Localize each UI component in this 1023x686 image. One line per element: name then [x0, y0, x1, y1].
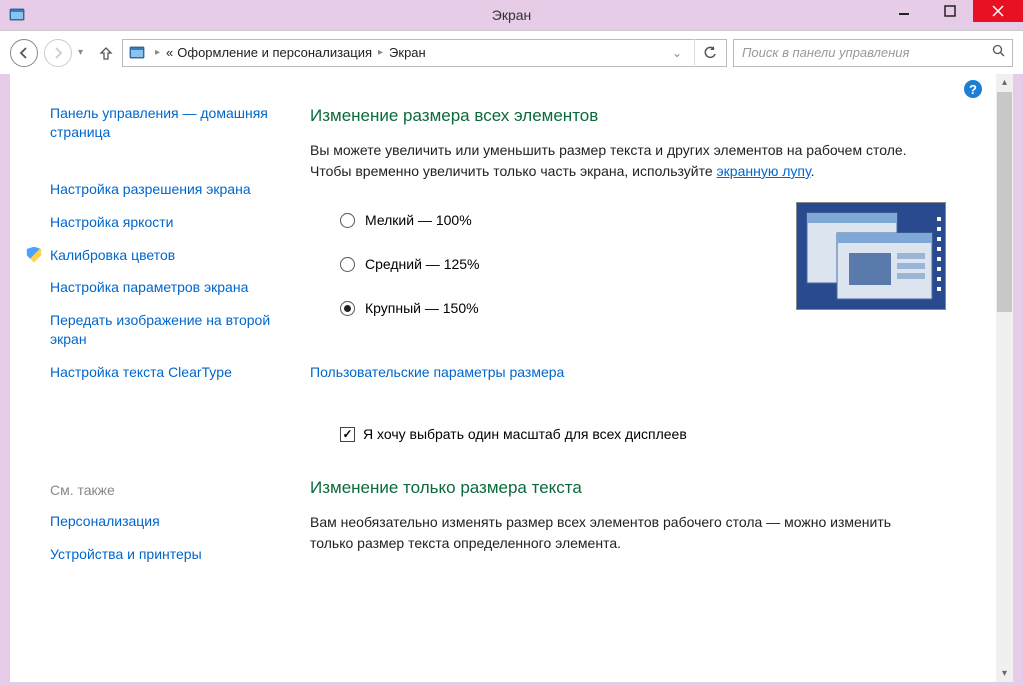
control-panel-icon — [127, 42, 149, 64]
radio-small[interactable]: Мелкий — 100% — [340, 212, 480, 228]
window-title: Экран — [492, 7, 532, 23]
sidebar-item-color-calibration[interactable]: Калибровка цветов — [50, 246, 298, 265]
radio-label: Средний — 125% — [365, 256, 480, 272]
content-area: Панель управления — домашняя страница На… — [10, 74, 1013, 682]
vertical-scrollbar[interactable]: ▴ ▾ — [996, 74, 1013, 682]
breadcrumb-item-appearance[interactable]: Оформление и персонализация — [177, 45, 372, 60]
radio-icon — [340, 257, 355, 272]
checkbox-icon: ✓ — [340, 427, 355, 442]
radio-large[interactable]: Крупный — 150% — [340, 300, 480, 316]
radio-label: Мелкий — 100% — [365, 212, 472, 228]
breadcrumb[interactable]: ▸ « Оформление и персонализация ▸ Экран … — [122, 39, 727, 67]
back-button[interactable] — [10, 39, 38, 67]
description-resize-all: Вы можете увеличить или уменьшить размер… — [310, 140, 920, 182]
forward-button[interactable] — [44, 39, 72, 67]
period: . — [811, 163, 815, 179]
sidebar-home-link[interactable]: Панель управления — домашняя страница — [50, 104, 298, 142]
minimize-button[interactable] — [881, 0, 927, 22]
scroll-down-button[interactable]: ▾ — [996, 665, 1013, 682]
breadcrumb-chevron[interactable]: ▸ — [153, 47, 162, 58]
scale-radio-group: Мелкий — 100% Средний — 125% Крупный — 1… — [310, 202, 480, 344]
search-input[interactable] — [740, 44, 992, 61]
window-icon — [8, 5, 28, 25]
sidebar-item-project[interactable]: Передать изображение на второй экран — [50, 311, 298, 349]
radio-icon — [340, 213, 355, 228]
scroll-thumb[interactable] — [997, 92, 1012, 312]
sidebar-item-cleartype[interactable]: Настройка текста ClearType — [50, 363, 298, 382]
search-box[interactable] — [733, 39, 1013, 67]
single-scale-checkbox-row[interactable]: ✓ Я хочу выбрать один масштаб для всех д… — [310, 426, 966, 442]
breadcrumb-prefix: « — [166, 45, 173, 60]
sidebar-item-resolution[interactable]: Настройка разрешения экрана — [50, 180, 298, 199]
checkbox-label: Я хочу выбрать один масштаб для всех дис… — [363, 426, 687, 442]
history-dropdown[interactable]: ▾ — [78, 47, 90, 58]
see-also-personalization[interactable]: Персонализация — [50, 512, 298, 531]
description-text-size: Вам необязательно изменять размер всех э… — [310, 512, 920, 554]
sidebar-item-display-settings[interactable]: Настройка параметров экрана — [50, 278, 298, 297]
main-content: ? Изменение размера всех элементов Вы мо… — [310, 74, 996, 682]
search-icon[interactable] — [992, 44, 1006, 61]
radio-label: Крупный — 150% — [365, 300, 479, 316]
close-button[interactable] — [973, 0, 1023, 22]
help-icon[interactable]: ? — [964, 80, 982, 98]
radio-icon — [340, 301, 355, 316]
scroll-up-button[interactable]: ▴ — [996, 74, 1013, 91]
breadcrumb-item-display[interactable]: Экран — [389, 45, 426, 60]
breadcrumb-dropdown[interactable]: ⌄ — [670, 46, 684, 60]
description-text: Вы можете увеличить или уменьшить размер… — [310, 142, 907, 179]
navigation-bar: ▾ ▸ « Оформление и персонализация ▸ Экра… — [0, 30, 1023, 74]
heading-text-size: Изменение только размера текста — [310, 478, 966, 498]
custom-scaling-link[interactable]: Пользовательские параметры размера — [310, 364, 966, 380]
scroll-track[interactable] — [996, 313, 1013, 665]
heading-resize-all: Изменение размера всех элементов — [310, 106, 966, 126]
see-also-devices[interactable]: Устройства и принтеры — [50, 545, 298, 564]
titlebar: Экран — [0, 0, 1023, 30]
see-also-heading: См. также — [50, 482, 298, 498]
up-button[interactable] — [96, 45, 116, 61]
maximize-button[interactable] — [927, 0, 973, 22]
radio-medium[interactable]: Средний — 125% — [340, 256, 480, 272]
sidebar-item-brightness[interactable]: Настройка яркости — [50, 213, 298, 232]
preview-image — [796, 202, 946, 310]
sidebar: Панель управления — домашняя страница На… — [10, 74, 310, 682]
magnifier-link[interactable]: экранную лупу — [717, 163, 811, 179]
refresh-button[interactable] — [694, 39, 724, 67]
breadcrumb-chevron[interactable]: ▸ — [376, 47, 385, 58]
